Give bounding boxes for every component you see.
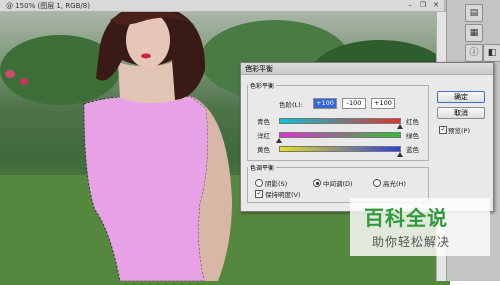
close-icon[interactable]: ✕ [431,1,441,9]
ok-button[interactable]: 确定 [437,91,485,103]
document-title: @ 150% (图层 1, RGB/8) [6,2,90,10]
magenta-green-level-input[interactable]: -100 [342,98,366,109]
tone-balance-legend: 色调平衡 [250,165,275,172]
yellow-blue-level-input[interactable]: +100 [371,98,395,109]
document-title-bar[interactable]: @ 150% (图层 1, RGB/8) – ❐ ✕ [0,0,444,12]
magenta-green-slider-thumb[interactable] [276,138,282,143]
magenta-green-slider[interactable] [279,132,401,138]
dialog-title-bar[interactable]: 色彩平衡 ✕ [241,63,493,75]
minimize-icon[interactable]: – [405,1,415,9]
pink-dress [83,95,209,281]
watermark-subtitle: 助你轻松解决 [372,235,451,249]
slider-right-label-green: 绿色 [406,132,419,140]
preserve-luminosity-checkbox[interactable]: ✓ [255,190,263,198]
midtones-label: 中间调(D) [323,180,353,188]
watermark-title: 百科全说 [364,206,448,230]
cyan-red-level-input[interactable]: +100 [313,98,337,109]
cyan-red-slider-thumb[interactable] [397,124,403,129]
preserve-luminosity-label: 保持明度(V) [265,191,301,199]
preview-checkbox[interactable]: ✓ [439,126,447,134]
slider-right-label-blue: 蓝色 [406,146,419,154]
shadows-label: 阴影(S) [265,180,288,188]
slider-right-label-red: 红色 [406,118,419,126]
levels-label: 色阶(L): [279,101,303,109]
slider-left-label-yellow: 黄色 [257,146,270,154]
midtones-radio[interactable] [313,179,321,187]
cancel-button[interactable]: 取消 [437,107,485,119]
watermark-logo: 百科全说 助你轻松解决 [350,198,490,256]
color-balance-dialog: 色彩平衡 ✕ 色彩平衡 色阶(L): +100 -100 +100 青色 红色 … [240,62,494,212]
slider-left-label-cyan: 青色 [257,118,270,126]
slider-left-label-magenta: 洋红 [257,132,270,140]
dialog-close-icon[interactable]: ✕ [245,64,255,72]
yellow-blue-slider[interactable] [279,146,401,152]
preview-label: 预览(P) [448,127,470,135]
highlights-label: 高光(H) [383,180,406,188]
layers-icon[interactable]: ▤ [465,4,483,22]
color-balance-legend: 色彩平衡 [250,83,275,90]
cyan-red-slider[interactable] [279,118,401,124]
yellow-blue-slider-thumb[interactable] [397,152,403,157]
info-icon[interactable]: ⓘ [465,44,483,62]
swatches-icon[interactable]: ▦ [465,24,483,42]
restore-icon[interactable]: ❐ [418,1,428,9]
shadows-radio[interactable] [255,179,263,187]
panel-tool-icon[interactable]: ◧ [483,44,500,62]
lips [141,53,151,59]
highlights-radio[interactable] [373,179,381,187]
